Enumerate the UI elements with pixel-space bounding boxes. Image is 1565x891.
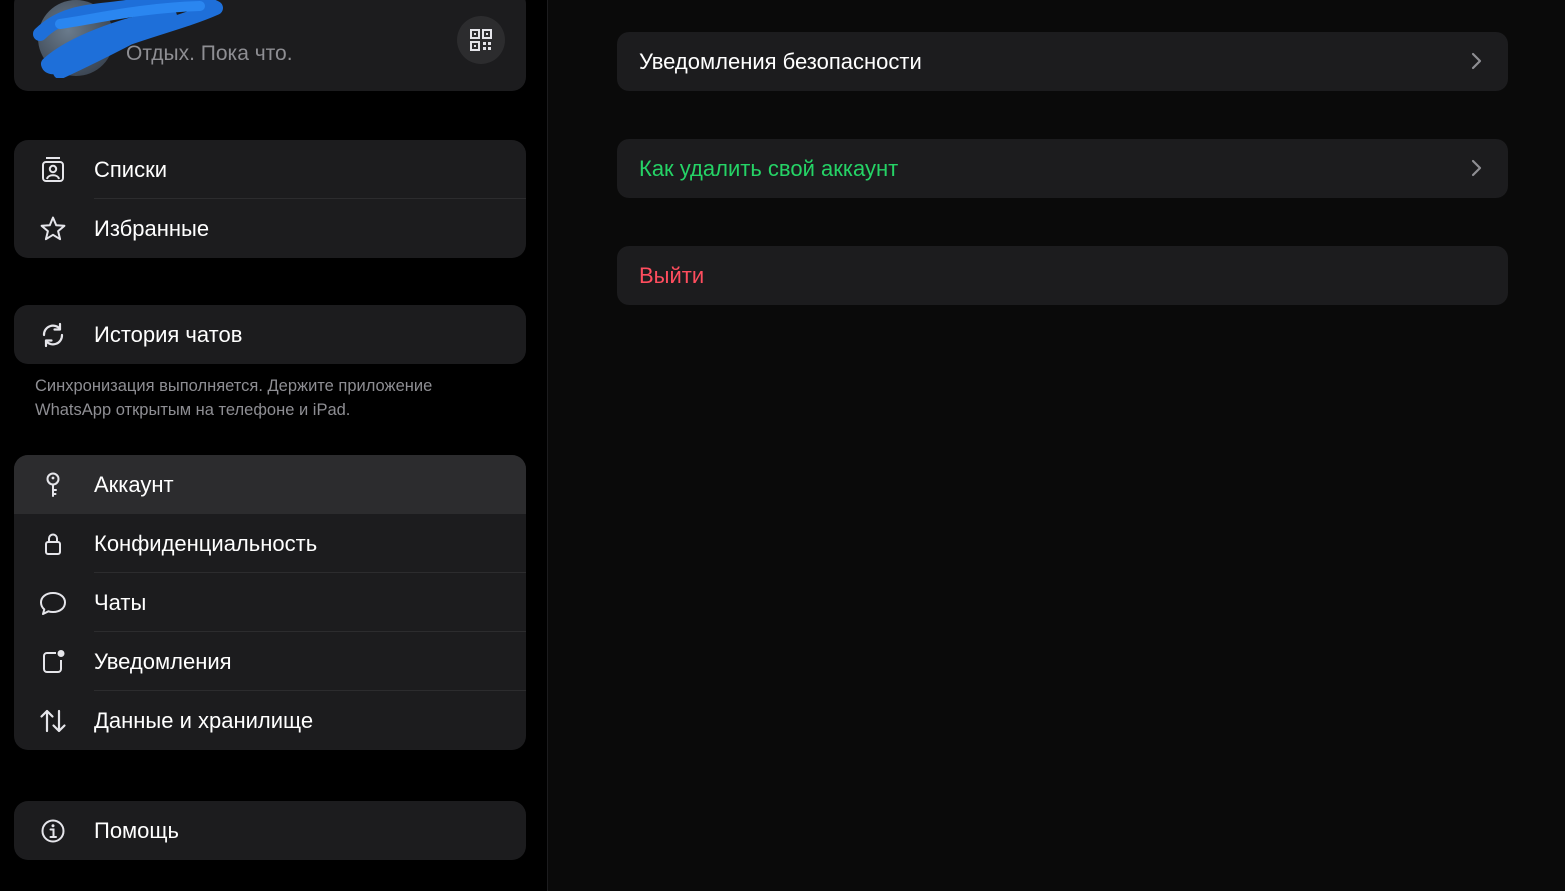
security-notifications-label: Уведомления безопасности <box>639 48 922 74</box>
chat-bubble-icon <box>38 588 68 618</box>
profile-status: Отдых. Пока что. <box>126 42 293 65</box>
help-group: Помощь <box>14 801 526 860</box>
lock-icon <box>38 529 68 559</box>
sidebar: Отдых. Пока что. Списки Избранные Истори… <box>0 0 548 891</box>
key-icon <box>38 470 68 500</box>
sidebar-item-favourites[interactable]: Избранные <box>14 199 526 258</box>
notification-icon <box>38 647 68 677</box>
sidebar-item-label: Данные и хранилище <box>94 707 314 733</box>
sidebar-item-account[interactable]: Аккаунт <box>14 455 526 514</box>
delete-account-label: Как удалить свой аккаунт <box>639 155 899 181</box>
qr-code-icon <box>470 29 492 51</box>
sidebar-item-label: Конфиденциальность <box>94 530 318 556</box>
sidebar-item-label: Аккаунт <box>94 471 174 497</box>
qr-code-button[interactable] <box>457 16 505 64</box>
logout-label: Выйти <box>639 262 705 288</box>
delete-account-row[interactable]: Как удалить свой аккаунт <box>617 139 1508 198</box>
sidebar-item-lists[interactable]: Списки <box>14 140 526 199</box>
sidebar-item-help[interactable]: Помощь <box>14 801 526 860</box>
sidebar-item-chat-history[interactable]: История чатов <box>14 305 526 364</box>
sidebar-item-label: Избранные <box>94 215 210 241</box>
sidebar-item-notifications[interactable]: Уведомления <box>14 632 526 691</box>
sidebar-item-label: Списки <box>94 156 168 182</box>
sidebar-item-data-storage[interactable]: Данные и хранилище <box>14 691 526 750</box>
chat-history-group: История чатов <box>14 305 526 364</box>
sync-icon <box>38 320 68 350</box>
sidebar-item-label: Помощь <box>94 817 179 843</box>
sync-note: Синхронизация выполняется. Держите прило… <box>35 377 433 419</box>
sidebar-item-label: Уведомления <box>94 648 232 674</box>
account-detail-panel: Уведомления безопасности Как удалить сво… <box>548 0 1565 891</box>
chevron-right-icon <box>1471 159 1482 177</box>
sidebar-item-label: История чатов <box>94 321 243 347</box>
security-notifications-row[interactable]: Уведомления безопасности <box>617 32 1508 91</box>
profile-card[interactable]: Отдых. Пока что. <box>14 0 526 91</box>
settings-group: Аккаунт Конфиденциальность Чаты Уведомле… <box>14 455 526 750</box>
lists-icon <box>38 155 68 185</box>
sidebar-item-label: Чаты <box>94 589 147 615</box>
sidebar-item-privacy[interactable]: Конфиденциальность <box>14 514 526 573</box>
lists-group: Списки Избранные <box>14 140 526 258</box>
redaction-scribble <box>33 0 223 78</box>
chevron-right-icon <box>1471 52 1482 70</box>
sidebar-item-chats[interactable]: Чаты <box>14 573 526 632</box>
info-icon <box>38 816 68 846</box>
star-icon <box>38 214 68 244</box>
logout-button[interactable]: Выйти <box>617 246 1508 305</box>
data-transfer-icon <box>38 706 68 736</box>
